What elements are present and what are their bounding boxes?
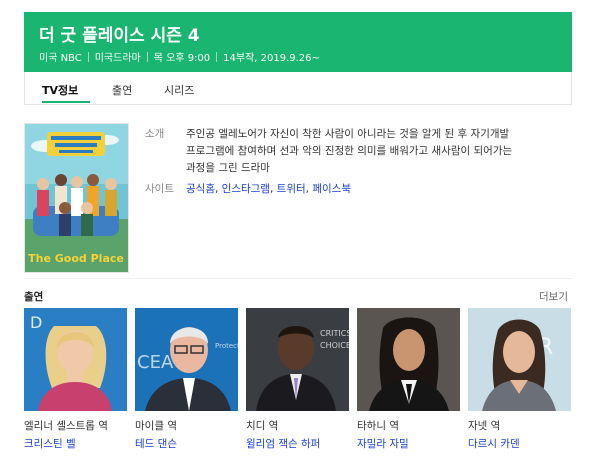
tab-bar: TV정보 출연 시리즈 bbox=[24, 72, 572, 105]
page-title: 더 굿 플레이스 시즌 4 bbox=[39, 26, 200, 46]
meta-row: 미국 NBC 미국드라마 목 오후 9:00 14부작, 2019.9.26~ bbox=[39, 49, 320, 64]
cast-card[interactable]: CRITICS CHOICE 치디 역 윌리엄 잭슨 하퍼 bbox=[246, 308, 349, 451]
cast-actor-name[interactable]: 다르시 카덴 bbox=[468, 436, 571, 451]
cast-section-title: 출연 bbox=[24, 291, 44, 303]
cast-role: 자넷 역 bbox=[468, 420, 501, 432]
cast-actor-name[interactable]: 테드 댄슨 bbox=[135, 436, 238, 451]
cast-photo[interactable] bbox=[357, 308, 460, 411]
summary-line: 과정을 그린 드라마 bbox=[186, 162, 270, 174]
meta-network: 미국 NBC bbox=[39, 53, 82, 64]
site-links: 공식홈, 인스타그램, 트위터, 페이스북 bbox=[186, 183, 351, 195]
tab-cast[interactable]: 출연 bbox=[112, 82, 132, 98]
svg-text:Protect: Protect bbox=[215, 342, 238, 350]
poster-title-text: The Good Place bbox=[28, 252, 124, 265]
show-poster[interactable]: The Good Place bbox=[24, 123, 129, 273]
svg-text:CRITICS: CRITICS bbox=[320, 329, 349, 338]
meta-airtime: 목 오후 9:00 bbox=[153, 53, 211, 64]
site-link-facebook[interactable]: 페이스북 bbox=[312, 183, 351, 195]
cast-actor-name[interactable]: 윌리엄 잭슨 하퍼 bbox=[246, 436, 349, 451]
tab-series[interactable]: 시리즈 bbox=[164, 82, 194, 98]
summary-text: 주인공 엘레노어가 자신이 착한 사람이 아니라는 것을 알게 된 후 자기개발… bbox=[186, 126, 556, 177]
meta-divider bbox=[146, 51, 148, 62]
more-link[interactable]: 더보기 bbox=[539, 289, 568, 304]
summary-line: 프로그램에 참여하며 선과 악의 진정한 의미를 배워가고 새사람이 되어가는 bbox=[186, 145, 513, 157]
cast-actor-name[interactable]: 크리스틴 벨 bbox=[24, 436, 127, 451]
cast-card[interactable]: R 자넷 역 다르시 카덴 bbox=[468, 308, 571, 451]
sites-label: 사이트 bbox=[145, 183, 174, 195]
cast-photo[interactable]: CRITICS CHOICE bbox=[246, 308, 349, 411]
cast-card[interactable]: CEA Protect 마이클 역 테드 댄슨 bbox=[135, 308, 238, 451]
site-link-twitter[interactable]: 트위터 bbox=[277, 183, 306, 195]
svg-text:D: D bbox=[30, 313, 42, 332]
cast-role: 치디 역 bbox=[246, 420, 279, 432]
title-header: 더 굿 플레이스 시즌 4 미국 NBC 미국드라마 목 오후 9:00 14부… bbox=[24, 12, 572, 72]
active-tab-indicator bbox=[42, 101, 90, 103]
meta-divider bbox=[216, 51, 218, 62]
cast-card[interactable]: D 엘리너 셸스트롭 역 크리스틴 벨 bbox=[24, 308, 127, 451]
cast-photo[interactable]: D bbox=[24, 308, 127, 411]
cast-role: 마이클 역 bbox=[135, 420, 177, 432]
cast-role: 타하니 역 bbox=[357, 420, 399, 432]
site-link-official[interactable]: 공식홈 bbox=[186, 183, 215, 195]
meta-episodes: 14부작, 2019.9.26~ bbox=[223, 53, 320, 64]
cast-photo[interactable]: R bbox=[468, 308, 571, 411]
cast-role: 엘리너 셸스트롭 역 bbox=[24, 420, 108, 432]
site-link-instagram[interactable]: 인스타그램 bbox=[222, 183, 270, 195]
meta-divider bbox=[87, 51, 89, 62]
meta-genre: 미국드라마 bbox=[94, 53, 141, 64]
summary-label: 소개 bbox=[145, 128, 165, 140]
svg-text:CEA: CEA bbox=[137, 352, 174, 373]
summary-line: 주인공 엘레노어가 자신이 착한 사람이 아니라는 것을 알게 된 후 자기개발 bbox=[186, 128, 510, 140]
tab-tv-info[interactable]: TV정보 bbox=[42, 82, 78, 98]
cast-actor-name[interactable]: 자밀라 자밀 bbox=[357, 436, 460, 451]
svg-text:CHOICE: CHOICE bbox=[320, 341, 349, 350]
section-divider bbox=[24, 278, 572, 279]
cast-photo[interactable]: CEA Protect bbox=[135, 308, 238, 411]
cast-card[interactable]: 타하니 역 자밀라 자밀 bbox=[357, 308, 460, 451]
